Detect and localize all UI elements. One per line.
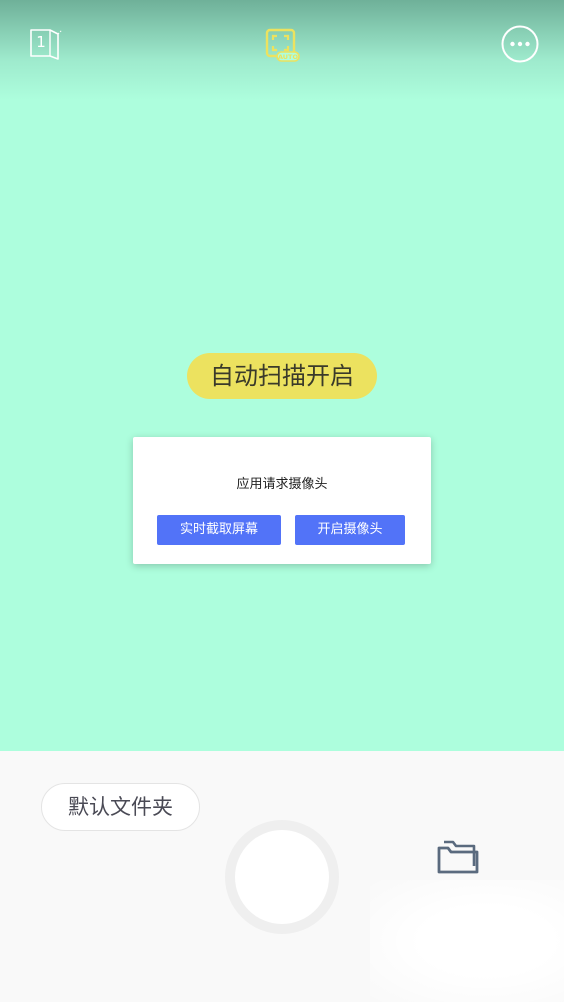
shutter-button[interactable] [225, 820, 339, 934]
folders-icon [437, 840, 479, 874]
folders-button[interactable] [436, 836, 480, 876]
folder-select-button[interactable]: 默认文件夹 [41, 783, 200, 831]
camera-screen: 1 AUTO 自动扫描开启 应用请求摄像头 实时截取屏幕 开启摄像头 默认文件夹 [0, 0, 564, 1002]
more-button[interactable] [501, 25, 539, 63]
shutter-button-inner [235, 830, 329, 924]
page-count-button[interactable]: 1 [26, 26, 64, 64]
top-bar: 1 AUTO [0, 0, 564, 100]
auto-icon-text: AUTO [278, 53, 299, 61]
more-icon [501, 25, 539, 63]
open-camera-button[interactable]: 开启摄像头 [295, 515, 405, 545]
auto-scan-status-badge: 自动扫描开启 [187, 353, 377, 399]
dialog-message: 应用请求摄像头 [236, 477, 328, 492]
camera-permission-dialog: 应用请求摄像头 实时截取屏幕 开启摄像头 [133, 437, 431, 564]
screen-capture-button[interactable]: 实时截取屏幕 [157, 515, 281, 545]
auto-scan-icon: AUTO [265, 28, 300, 62]
auto-scan-button[interactable]: AUTO [264, 28, 302, 64]
bottom-fade [370, 880, 564, 1002]
page-count-value: 1 [36, 33, 46, 51]
